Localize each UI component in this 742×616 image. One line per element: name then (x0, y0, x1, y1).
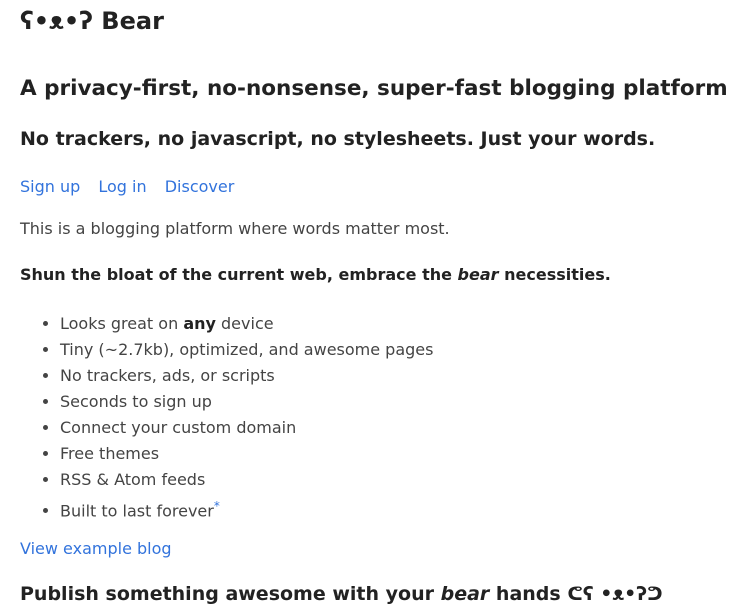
footnote-link[interactable]: * (214, 499, 220, 513)
hero-subheadline: No trackers, no javascript, no styleshee… (20, 128, 656, 150)
cta-before: Publish something awesome with your (20, 583, 441, 605)
log-in-link[interactable]: Log in (98, 177, 146, 196)
feature-item: Free themes (60, 441, 433, 467)
feature-item: No trackers, ads, or scripts (60, 363, 433, 389)
feature-looks-after: device (215, 314, 274, 333)
bear-emoticon: ᕦʕ •ᴥ•ʔᕤ (567, 583, 663, 605)
tagline-emphasis: bear (457, 265, 499, 284)
cta-emphasis: bear (440, 583, 490, 605)
feature-looks-bold: any (183, 314, 216, 333)
tagline: Shun the bloat of the current web, embra… (20, 264, 611, 286)
feature-item: Looks great on any device (60, 311, 433, 337)
site-title[interactable]: ʕ•ᴥ•ʔ Bear (20, 6, 164, 36)
feature-last-label: Built to last forever (60, 501, 214, 521)
feature-item: Tiny (~2.7kb), optimized, and awesome pa… (60, 337, 433, 363)
discover-link[interactable]: Discover (165, 177, 235, 196)
sign-up-link[interactable]: Sign up (20, 177, 80, 196)
feature-item: Built to last forever* (60, 493, 433, 524)
tagline-before: Shun the bloat of the current web, embra… (20, 265, 458, 284)
feature-item: Seconds to sign up (60, 389, 433, 415)
site-name: Bear (101, 7, 164, 35)
intro-text: This is a blogging platform where words … (20, 219, 450, 238)
bear-logo-glyph: ʕ•ᴥ•ʔ (20, 7, 93, 35)
hero-headline: A privacy-first, no-nonsense, super-fast… (20, 76, 728, 101)
feature-looks-before: Looks great on (60, 314, 184, 333)
main-nav: Sign up Log in Discover (20, 176, 247, 198)
feature-item: RSS & Atom feeds (60, 467, 433, 493)
feature-item: Connect your custom domain (60, 415, 433, 441)
cta-heading: Publish something awesome with your bear… (20, 580, 663, 608)
cta-after: hands (489, 583, 568, 605)
feature-list: Looks great on any device Tiny (~2.7kb),… (20, 311, 433, 524)
view-example-blog-link[interactable]: View example blog (20, 538, 172, 560)
footnote-sup: * (214, 499, 220, 514)
tagline-after: necessities. (498, 265, 611, 284)
